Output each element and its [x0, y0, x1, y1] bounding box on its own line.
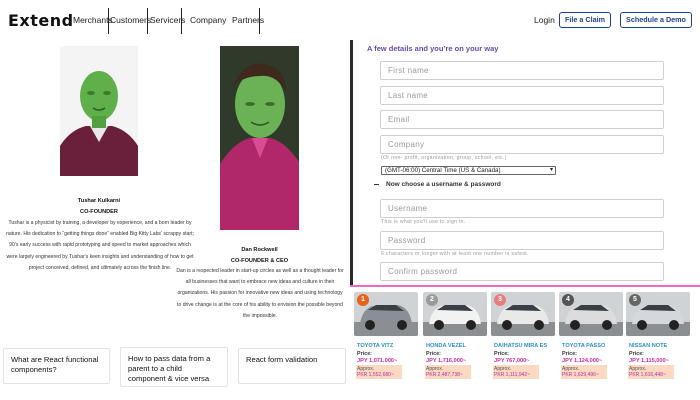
company-hint: (Or non- profit, organization, group, sc…	[381, 155, 507, 161]
car-price: JPY 1,071,000~	[357, 358, 398, 364]
pkr-price: PKR 2,487,738~	[426, 372, 463, 378]
password-field[interactable]: Password	[380, 231, 664, 250]
pkr-price: PKR 1,111,942~	[494, 372, 531, 378]
ceo-role: CO-FOUNDER & CEO	[230, 258, 289, 264]
nav-link-merchants[interactable]: Merchants	[73, 15, 113, 25]
article-card-react-form-validation[interactable]: React form validation	[238, 348, 346, 384]
approx-price-box: Approx. PKR 1,629,496~	[561, 365, 607, 379]
pkr-price: PKR 1,552,680~	[357, 372, 394, 378]
ceo-name: Dan Rockwell	[241, 247, 278, 253]
article-card-pass-data[interactable]: How to pass data from a parent to a chil…	[120, 347, 228, 387]
car-card[interactable]: 1 TOYOTA VITZ Price: JPY 1,071,000~ Approx. P…	[354, 292, 418, 400]
rank-badge: 2	[426, 294, 438, 306]
extend-logo[interactable]: Extend	[8, 11, 74, 30]
car-price: JPY 1,115,000~	[629, 358, 669, 364]
approx-price-box: Approx. PKR 1,552,680~	[356, 365, 402, 379]
car-photo[interactable]: 3	[491, 292, 555, 336]
car-price: JPY 767,000~	[494, 358, 530, 364]
rank-badge: 4	[562, 294, 574, 306]
car-photo[interactable]: 5	[626, 292, 690, 336]
nav-divider	[181, 8, 182, 34]
car-card[interactable]: 5 NISSAN NOTE Price: JPY 1,115,000~ Approx. P…	[626, 292, 690, 400]
file-claim-button[interactable]: File a Claim	[559, 12, 611, 28]
username-hint: This is what you'll use to sign in.	[381, 219, 466, 225]
cofounder-role: CO-FOUNDER	[80, 209, 118, 215]
first-name-field[interactable]: First name	[380, 61, 664, 80]
car-card[interactable]: 4 TOYOTA PASSO Price: JPY 1,124,000~ Approx.…	[559, 292, 623, 400]
nav-link-company[interactable]: Company	[190, 15, 226, 25]
rank-badge: 3	[494, 294, 506, 306]
pkr-price: PKR 1,629,496~	[562, 372, 599, 378]
timezone-select[interactable]: (GMT-06:00) Central Time (US & Canada) ▾	[381, 166, 556, 175]
rank-badge: 1	[357, 294, 369, 306]
nav-link-customers[interactable]: Customers	[110, 15, 151, 25]
nav-divider	[147, 8, 148, 34]
nav-divider	[259, 8, 260, 34]
cofounder-bio: Tushar is a physicist by training, a dev…	[6, 220, 194, 271]
car-name[interactable]: HONDA VEZEL	[426, 343, 466, 349]
pkr-price: PKR 1,616,448~	[629, 372, 666, 378]
username-field[interactable]: Username	[380, 199, 664, 218]
car-photo[interactable]: 1	[354, 292, 418, 336]
last-name-field[interactable]: Last name	[380, 86, 664, 105]
company-field[interactable]: Company	[380, 135, 664, 154]
price-label: Price:	[629, 351, 644, 357]
confirm-password-field[interactable]: Confirm password	[380, 262, 664, 281]
car-card[interactable]: 2 HONDA VEZEL Price: JPY 1,716,000~ Approx. P…	[423, 292, 487, 400]
username-section-title: Now choose a username & password	[386, 181, 501, 188]
car-name[interactable]: TOYOTA PASSO	[562, 343, 605, 349]
schedule-demo-button[interactable]: Schedule a Demo	[620, 12, 692, 28]
cofounder-name: Tushar Kulkarni	[77, 198, 121, 204]
car-photo[interactable]: 2	[423, 292, 487, 336]
rank-badge: 5	[629, 294, 641, 306]
price-label: Price:	[562, 351, 577, 357]
cofounder-photo	[60, 46, 138, 176]
car-card[interactable]: 3 DAIHATSU MIRA ES Price: JPY 767,000~ Appro…	[491, 292, 555, 400]
top-nav: Extend Merchants Customers Servicers Com…	[0, 0, 350, 40]
ceo-photo	[220, 46, 299, 230]
price-label: Price:	[426, 351, 441, 357]
car-price: JPY 1,124,000~	[562, 358, 603, 364]
car-name[interactable]: DAIHATSU MIRA ES	[494, 343, 547, 349]
timezone-value: (GMT-06:00) Central Time (US & Canada)	[385, 167, 501, 174]
email-field[interactable]: Email	[380, 110, 664, 129]
team-page: Extend Merchants Customers Servicers Com…	[0, 0, 350, 400]
car-price: JPY 1,716,000~	[426, 358, 467, 364]
form-title: A few details and you’re on your way	[367, 44, 499, 53]
login-link[interactable]: Login	[534, 15, 555, 25]
approx-price-box: Approx. PKR 2,487,738~	[425, 365, 471, 379]
car-name[interactable]: TOYOTA VITZ	[357, 343, 393, 349]
ceo-bio: Dan is a respected leader in start-up ci…	[176, 268, 344, 319]
price-label: Price:	[494, 351, 509, 357]
approx-price-box: Approx. PKR 1,616,448~	[628, 365, 674, 379]
password-hint: 6 characters or longer with at least one…	[381, 251, 529, 257]
article-card-react-functional-components[interactable]: What are React functional components?	[3, 348, 110, 384]
car-photo[interactable]: 4	[559, 292, 623, 336]
approx-price-box: Approx. PKR 1,111,942~	[493, 365, 539, 379]
chevron-down-icon: ▾	[549, 167, 553, 173]
nav-divider	[108, 8, 109, 34]
price-label: Price:	[357, 351, 372, 357]
section-divider	[374, 184, 379, 185]
car-name[interactable]: NISSAN NOTE	[629, 343, 667, 349]
